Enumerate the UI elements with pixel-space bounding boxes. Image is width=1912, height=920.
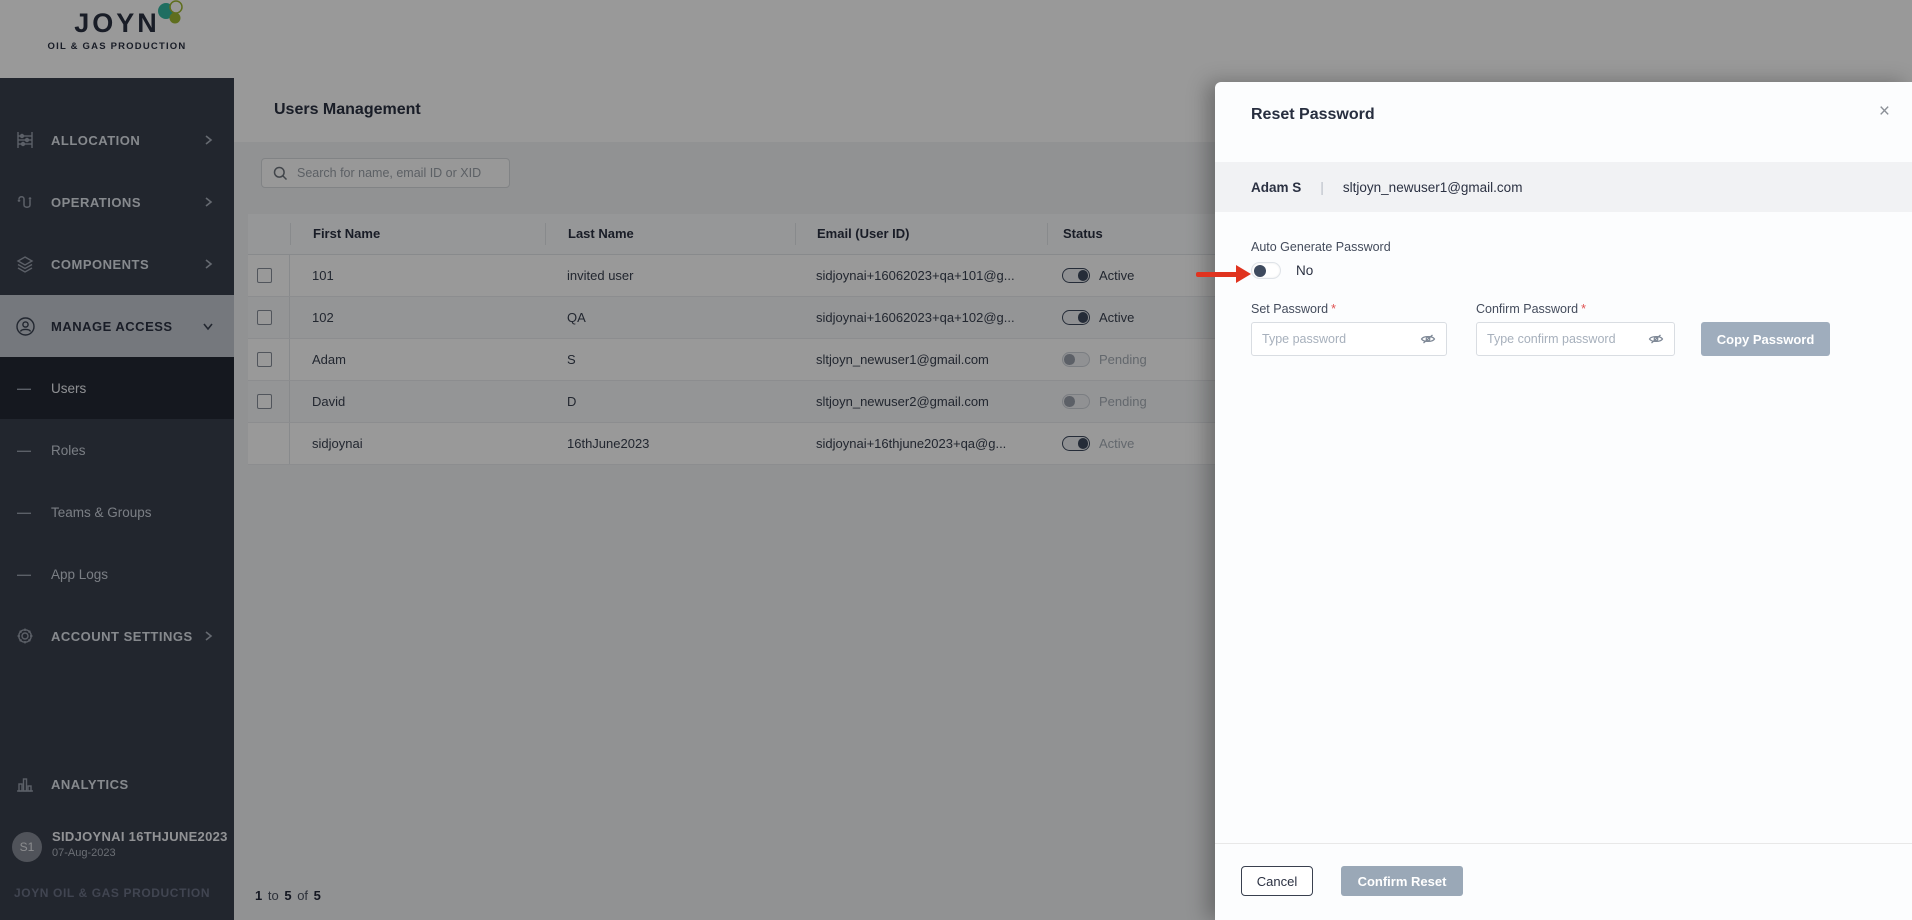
auto-generate-value: No bbox=[1296, 263, 1313, 278]
eye-off-icon[interactable] bbox=[1420, 331, 1436, 347]
auto-generate-toggle[interactable] bbox=[1251, 262, 1281, 279]
selected-user-band: Adam S | sltjoyn_newuser1@gmail.com bbox=[1215, 162, 1912, 212]
copy-password-button[interactable]: Copy Password bbox=[1701, 322, 1830, 356]
confirm-password-label: Confirm Password* bbox=[1476, 302, 1586, 316]
confirm-password-field[interactable] bbox=[1487, 332, 1648, 346]
footer-divider bbox=[1215, 843, 1912, 844]
confirm-password-field-wrap bbox=[1476, 322, 1675, 356]
eye-off-icon[interactable] bbox=[1648, 331, 1664, 347]
set-password-field-wrap bbox=[1251, 322, 1447, 356]
set-password-field[interactable] bbox=[1262, 332, 1420, 346]
selected-user-email: sltjoyn_newuser1@gmail.com bbox=[1343, 180, 1523, 195]
selected-user-name: Adam S bbox=[1251, 180, 1301, 195]
set-password-label: Set Password* bbox=[1251, 302, 1336, 316]
required-asterisk: * bbox=[1331, 302, 1336, 316]
drawer-title: Reset Password bbox=[1251, 106, 1375, 124]
required-asterisk: * bbox=[1581, 302, 1586, 316]
close-icon[interactable]: × bbox=[1879, 102, 1890, 121]
confirm-reset-button[interactable]: Confirm Reset bbox=[1341, 866, 1463, 896]
cancel-button[interactable]: Cancel bbox=[1241, 866, 1313, 896]
auto-generate-label: Auto Generate Password bbox=[1251, 240, 1391, 254]
separator-pipe: | bbox=[1320, 179, 1324, 195]
reset-password-drawer: Reset Password × Adam S | sltjoyn_newuse… bbox=[1215, 82, 1912, 920]
